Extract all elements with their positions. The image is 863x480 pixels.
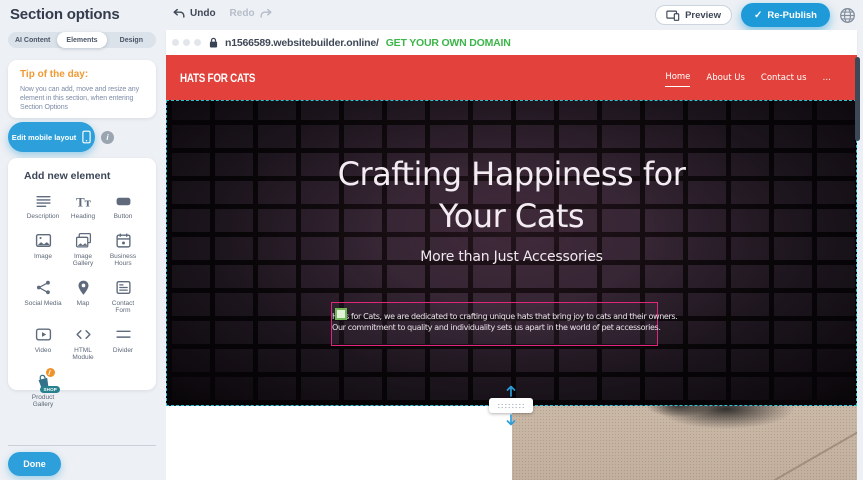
nav-about-us[interactable]: About Us [706,69,744,87]
nav-more-menu[interactable]: … [823,69,832,87]
element-description[interactable]: Description [24,192,62,221]
social-media-icon [34,279,52,297]
element-grid: Description Tт Heading Button Image [24,192,156,409]
window-dots [172,39,201,46]
site-url: n1566589.websitebuilder.online/ [225,37,379,49]
image-icon [34,232,52,250]
browser-bar: n1566589.websitebuilder.online/ GET YOUR… [166,30,857,55]
republish-button[interactable]: ✓ Re-Publish [741,3,830,27]
redo-button[interactable]: Redo [230,8,273,19]
tip-of-the-day-card: Tip of the day: Now you can add, move an… [8,60,156,118]
sidebar-divider [8,445,156,446]
next-section-background[interactable] [166,406,512,480]
get-domain-link[interactable]: GET YOUR OWN DOMAIN [386,37,511,49]
divider-icon [114,326,132,344]
paragraph-line: Hats for Cats, we are dedicated to craft… [332,311,657,322]
page-title: Section options [10,6,120,23]
carpet-seam [749,428,857,480]
contact-form-icon [114,279,132,297]
element-image-gallery[interactable]: Image Gallery [64,232,102,268]
undo-icon [172,8,186,19]
selected-text-element[interactable]: Hats for Cats, we are dedicated to craft… [331,302,658,346]
section-resize-handle[interactable] [489,398,533,413]
element-divider[interactable]: Divider [104,326,142,362]
preview-button[interactable]: Preview [655,5,732,25]
phone-icon [82,130,91,144]
business-hours-icon [114,232,132,250]
check-icon: ✓ [754,10,762,21]
done-button[interactable]: Done [8,452,61,476]
html-module-icon [74,326,92,344]
button-icon [114,192,132,210]
element-video[interactable]: Video [24,326,62,362]
element-image[interactable]: Image [24,232,62,268]
redo-label: Redo [230,8,255,19]
image-gallery-icon [74,232,92,250]
info-icon[interactable]: i [101,131,114,144]
tab-elements[interactable]: Elements [57,32,106,48]
republish-label: Re-Publish [767,10,817,21]
nav-home[interactable]: Home [665,68,690,87]
add-element-title: Add new element [24,170,156,182]
tab-ai-content[interactable]: AI Content [8,32,57,48]
video-icon [34,326,52,344]
tip-body: Now you can add, move and resize any ele… [20,85,144,112]
window-dot [194,39,201,46]
element-heading[interactable]: Tт Heading [64,192,102,221]
hero-heading-text[interactable]: Crafting Happiness for Your Cats [307,153,717,237]
undo-button[interactable]: Undo [172,8,216,19]
cat-photo[interactable] [512,406,857,480]
element-business-hours[interactable]: Business Hours [104,232,142,268]
element-drag-handle[interactable] [335,308,347,320]
edit-mobile-layout-label: Edit mobile layout [12,133,77,142]
grip-dots [497,403,525,409]
edit-mobile-layout-button[interactable]: Edit mobile layout [8,122,95,152]
hero-section[interactable]: Crafting Happiness for Your Cats More th… [166,100,857,406]
devices-icon [666,10,680,21]
redo-icon [259,8,273,19]
map-pin-icon [74,279,92,297]
window-dot [172,39,179,46]
element-contact-form[interactable]: Contact Form [104,279,142,315]
notification-badge [46,368,55,377]
element-social-media[interactable]: Social Media [24,279,62,315]
element-button[interactable]: Button [104,192,142,221]
site-logo[interactable]: HATS FOR CATS [180,71,255,85]
site-nav: Home About Us Contact us … [665,68,831,87]
element-html-module[interactable]: HTML Module [64,326,102,362]
undo-label: Undo [190,8,216,19]
topbar-actions: Preview ✓ Re-Publish [655,3,856,27]
product-gallery-icon: SHOP [34,373,52,391]
site-header[interactable]: HATS FOR CATS Home About Us Contact us … [166,55,857,100]
description-icon [34,192,52,210]
paragraph-line: Our commitment to quality and individual… [332,322,657,333]
window-dot [183,39,190,46]
nav-contact-us[interactable]: Contact us [761,69,807,87]
language-globe-icon[interactable] [839,7,856,24]
svg-text:Tт: Tт [76,195,92,209]
hero-heading: Crafting Happiness for Your Cats [167,153,856,237]
shop-tag: SHOP [40,386,60,393]
resize-arrow-up-icon [505,385,517,397]
hero-subheading[interactable]: More than Just Accessories [167,249,856,265]
resize-arrow-down-icon [505,414,517,426]
tip-title: Tip of the day: [20,69,144,80]
preview-label: Preview [685,10,721,21]
undo-redo-group: Undo Redo [172,8,273,19]
tab-design[interactable]: Design [107,32,156,48]
heading-icon: Tт [74,192,92,210]
element-map[interactable]: Map [64,279,102,315]
sidebar-tabs: AI Content Elements Design [8,32,156,48]
lock-icon [209,37,218,48]
preview-scrollbar[interactable] [855,57,860,141]
add-element-panel: Add new element Description Tт Heading B… [8,158,156,390]
app-window: Section options Undo Redo Preview ✓ Re-P… [0,0,863,480]
element-product-gallery[interactable]: SHOP Product Gallery [24,373,62,409]
